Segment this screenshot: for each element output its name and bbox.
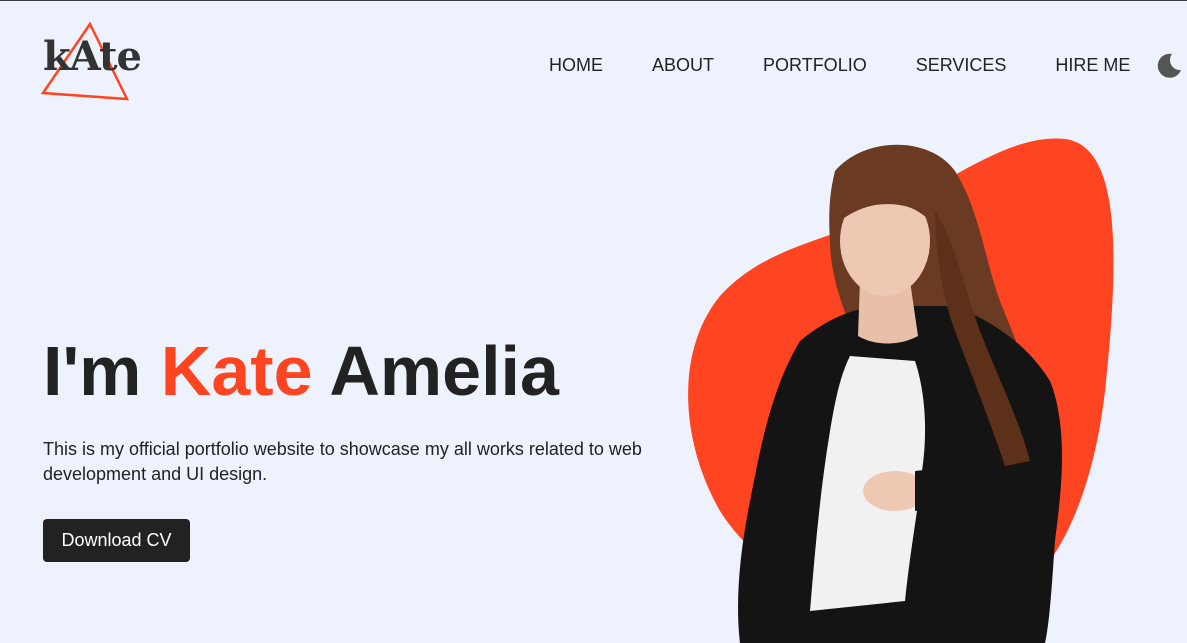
nav-services-link[interactable]: SERVICES [916, 54, 1007, 76]
logo-text: kAte [43, 33, 142, 80]
hero-image [688, 138, 1114, 643]
main-nav: HOME ABOUT PORTFOLIO SERVICES HIRE ME [549, 51, 1183, 79]
moon-icon[interactable] [1155, 51, 1183, 79]
nav-about-link[interactable]: ABOUT [652, 54, 714, 76]
download-cv-button[interactable]: Download CV [43, 519, 190, 562]
hero-title-prefix: I'm [43, 332, 161, 410]
nav-hire-me-link[interactable]: HIRE ME [1055, 54, 1130, 76]
nav-portfolio-link[interactable]: PORTFOLIO [763, 54, 867, 76]
site-logo[interactable]: kAte [40, 21, 144, 103]
hero-title-suffix: Amelia [312, 332, 559, 410]
hero-title: I'm Kate Amelia [43, 329, 559, 413]
hero-title-accent: Kate [160, 332, 313, 410]
hero-description: This is my official portfolio website to… [43, 439, 642, 484]
nav-home-link[interactable]: HOME [549, 54, 603, 76]
